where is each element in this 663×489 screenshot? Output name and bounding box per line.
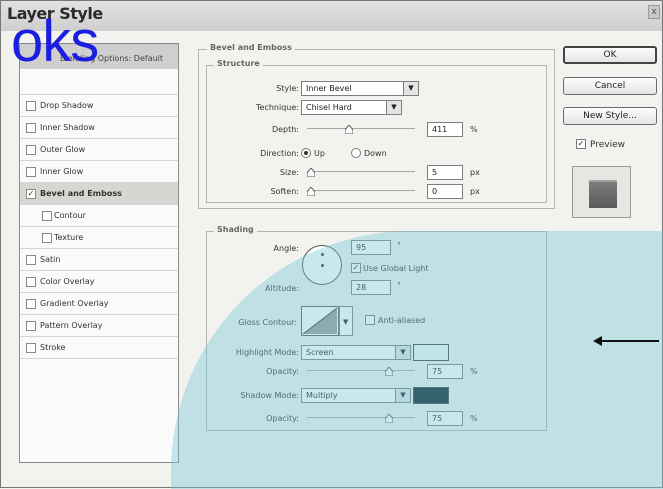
soften-input[interactable]: 0 <box>427 184 463 199</box>
depth-slider[interactable] <box>307 125 415 134</box>
slider-thumb-icon[interactable] <box>345 125 353 134</box>
size-label: Size: <box>279 168 299 177</box>
style-item-label: Drop Shadow <box>40 101 94 110</box>
style-checkbox[interactable] <box>26 167 36 177</box>
shading-label: Shading <box>214 225 257 234</box>
soften-unit: px <box>470 187 480 196</box>
title-bar[interactable]: Layer Style x <box>1 1 662 31</box>
layer-style-dialog: Layer Style x Blending Options: Default … <box>0 0 663 489</box>
technique-select[interactable]: Chisel Hard ▼ <box>301 100 402 115</box>
depth-label: Depth: <box>271 125 299 134</box>
style-checkbox[interactable] <box>26 145 36 155</box>
style-item[interactable]: Contour <box>20 205 178 227</box>
style-item[interactable]: Pattern Overlay <box>20 315 178 337</box>
style-item-label: Inner Glow <box>40 167 84 176</box>
slider-thumb-icon[interactable] <box>307 168 315 177</box>
style-item-label: Pattern Overlay <box>40 321 103 330</box>
new-style-button[interactable]: New Style... <box>563 107 657 125</box>
style-item[interactable]: Texture <box>20 227 178 249</box>
style-preview <box>572 166 631 218</box>
preview-checkbox[interactable]: ✓ <box>576 139 586 149</box>
style-select[interactable]: Inner Bevel ▼ <box>301 81 419 96</box>
style-item[interactable]: Drop Shadow <box>20 95 178 117</box>
angle-label: Angle: <box>273 244 299 253</box>
style-checkbox[interactable] <box>26 277 36 287</box>
style-label: Style: <box>276 84 299 93</box>
size-unit: px <box>470 168 480 177</box>
style-item-label: Outer Glow <box>40 145 86 154</box>
style-item-label: Satin <box>40 255 61 264</box>
direction-down-label: Down <box>364 149 387 158</box>
style-item-label: Contour <box>54 211 86 220</box>
depth-unit: % <box>470 125 478 134</box>
style-item-label: Stroke <box>40 343 66 352</box>
cancel-button[interactable]: Cancel <box>563 77 657 95</box>
direction-up-radio[interactable] <box>301 148 311 158</box>
chevron-down-icon: ▼ <box>403 82 418 95</box>
style-checkbox[interactable] <box>26 255 36 265</box>
style-item-label: Bevel and Emboss <box>40 189 122 198</box>
style-item[interactable]: Outer Glow <box>20 139 178 161</box>
bevel-emboss-label: Bevel and Emboss <box>207 43 295 52</box>
preview-swatch <box>589 180 617 208</box>
style-item-label: Gradient Overlay <box>40 299 109 308</box>
size-slider[interactable] <box>307 168 415 177</box>
technique-label: Technique: <box>256 103 299 112</box>
watermark-text: oks <box>11 9 99 74</box>
direction-label: Direction: <box>260 149 299 158</box>
styles-list: Blending Options: Default Drop Shadow Inn… <box>19 43 179 463</box>
style-checkbox[interactable] <box>26 123 36 133</box>
depth-input[interactable]: 411 <box>427 122 463 137</box>
style-item[interactable]: Color Overlay <box>20 271 178 293</box>
arrow-icon <box>597 340 659 342</box>
style-checkbox[interactable] <box>42 211 52 221</box>
chevron-down-icon: ▼ <box>386 101 401 114</box>
preview-label: Preview <box>590 140 626 150</box>
ok-button[interactable]: OK <box>563 46 657 64</box>
soften-label: Soften: <box>270 187 299 196</box>
style-checkbox[interactable] <box>42 233 52 243</box>
soften-slider[interactable] <box>307 187 415 196</box>
style-item[interactable]: Satin <box>20 249 178 271</box>
style-checkbox[interactable] <box>26 299 36 309</box>
style-item-label: Inner Shadow <box>40 123 95 132</box>
style-checkbox[interactable]: ✓ <box>26 189 36 199</box>
style-item-label: Texture <box>54 233 84 242</box>
style-checkbox[interactable] <box>26 343 36 353</box>
style-checkbox[interactable] <box>26 321 36 331</box>
style-item[interactable]: Stroke <box>20 337 178 359</box>
style-checkbox[interactable] <box>26 101 36 111</box>
style-item[interactable]: Gradient Overlay <box>20 293 178 315</box>
arrow-head-icon <box>593 336 602 346</box>
slider-thumb-icon[interactable] <box>307 187 315 196</box>
style-item-label: Color Overlay <box>40 277 95 286</box>
direction-down-radio[interactable] <box>351 148 361 158</box>
structure-label: Structure <box>214 59 263 68</box>
style-item[interactable]: ✓ Bevel and Emboss <box>20 183 178 205</box>
size-input[interactable]: 5 <box>427 165 463 180</box>
style-item[interactable]: Inner Glow <box>20 161 178 183</box>
direction-up-label: Up <box>314 149 325 158</box>
close-icon[interactable]: x <box>648 5 660 19</box>
style-item[interactable]: Inner Shadow <box>20 117 178 139</box>
